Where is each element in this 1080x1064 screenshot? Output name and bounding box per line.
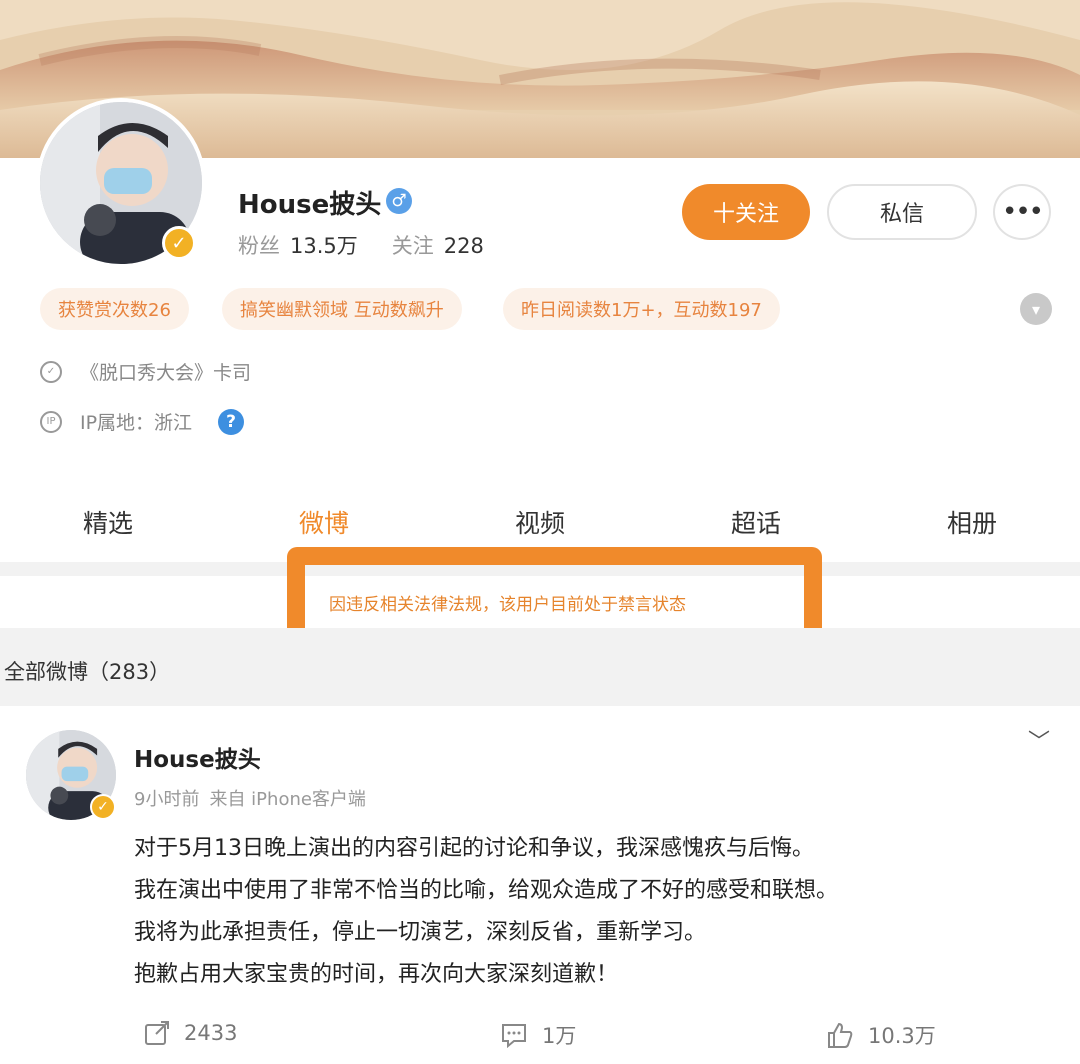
comment-button[interactable]: 1万 <box>500 1020 576 1050</box>
shield-icon: ✓ <box>40 360 62 383</box>
ip-location-line: IP IP属地：浙江 ? <box>40 408 245 435</box>
question-icon[interactable]: ? <box>218 408 245 435</box>
profile-title: 《脱口秀大会》卡司 <box>80 362 252 384</box>
tab-album[interactable]: 相册 <box>864 492 1080 562</box>
tag-reward-count[interactable]: 获赞赏次数26 <box>40 288 189 330</box>
message-button[interactable]: 私信 <box>827 184 977 240</box>
like-count: 10.3万 <box>868 1024 936 1048</box>
post-actions: 2433 1万 10.3万 <box>0 1014 1080 1054</box>
all-weibo-title[interactable]: 全部微博（283） <box>4 656 170 686</box>
profile-username: House披头 <box>238 190 382 220</box>
verified-badge-icon: ✓ <box>90 794 116 820</box>
post-line: 抱歉占用大家宝贵的时间，再次向大家深刻道歉！ <box>134 962 619 987</box>
dropdown-chevron-icon[interactable]: ﹀ <box>1028 724 1050 756</box>
tag-humor-field[interactable]: 搞笑幽默领域 互动数飙升 <box>222 288 462 330</box>
like-icon <box>828 1022 853 1048</box>
comment-count: 1万 <box>542 1024 577 1048</box>
follow-button[interactable]: 十关注 <box>682 184 810 240</box>
profile-title-line: ✓ 《脱口秀大会》卡司 <box>40 358 251 385</box>
like-button[interactable]: 10.3万 <box>826 1020 936 1050</box>
comment-icon <box>502 1024 526 1048</box>
fans-label: 粉丝 <box>238 234 280 258</box>
profile-stats: 粉丝 13.5万 关注 228 <box>238 230 484 260</box>
following-label: 关注 <box>391 234 434 258</box>
more-options-button[interactable]: ••• <box>993 184 1051 240</box>
post-line: 对于5月13日晚上演出的内容引起的讨论和争议，我深感愧疚与后悔。 <box>134 836 814 861</box>
repost-icon <box>145 1021 169 1045</box>
post-source: 来自 iPhone客户端 <box>209 789 366 810</box>
following-stat[interactable]: 关注 228 <box>392 230 484 260</box>
repost-count: 2433 <box>184 1021 238 1045</box>
following-count: 228 <box>443 234 484 258</box>
fans-count: 13.5万 <box>290 234 358 258</box>
ip-icon: IP <box>40 410 62 433</box>
expand-chevron-icon[interactable]: ▾ <box>1020 293 1052 325</box>
tab-featured[interactable]: 精选 <box>0 492 216 562</box>
fans-stat[interactable]: 粉丝 13.5万 <box>238 230 358 260</box>
tag-yesterday-reads[interactable]: 昨日阅读数1万+，互动数197 <box>503 288 780 330</box>
post-line: 我将为此承担责任，停止一切演艺，深刻反省，重新学习。 <box>134 920 707 945</box>
post-body: 对于5月13日晚上演出的内容引起的讨论和争议，我深感愧疚与后悔。 我在演出中使用… <box>134 828 838 996</box>
male-gender-icon: ♂ <box>386 188 412 214</box>
ip-location: IP属地：浙江 <box>80 412 193 434</box>
post-meta: 9小时前 来自 iPhone客户端 <box>134 785 366 811</box>
post-line: 我在演出中使用了非常不恰当的比喻，给观众造成了不好的感受和联想。 <box>134 878 839 903</box>
post-time: 9小时前 <box>134 789 200 810</box>
post-author[interactable]: House披头 <box>134 740 261 774</box>
verified-badge-icon: ✓ <box>162 226 196 260</box>
repost-button[interactable]: 2433 <box>144 1020 237 1046</box>
